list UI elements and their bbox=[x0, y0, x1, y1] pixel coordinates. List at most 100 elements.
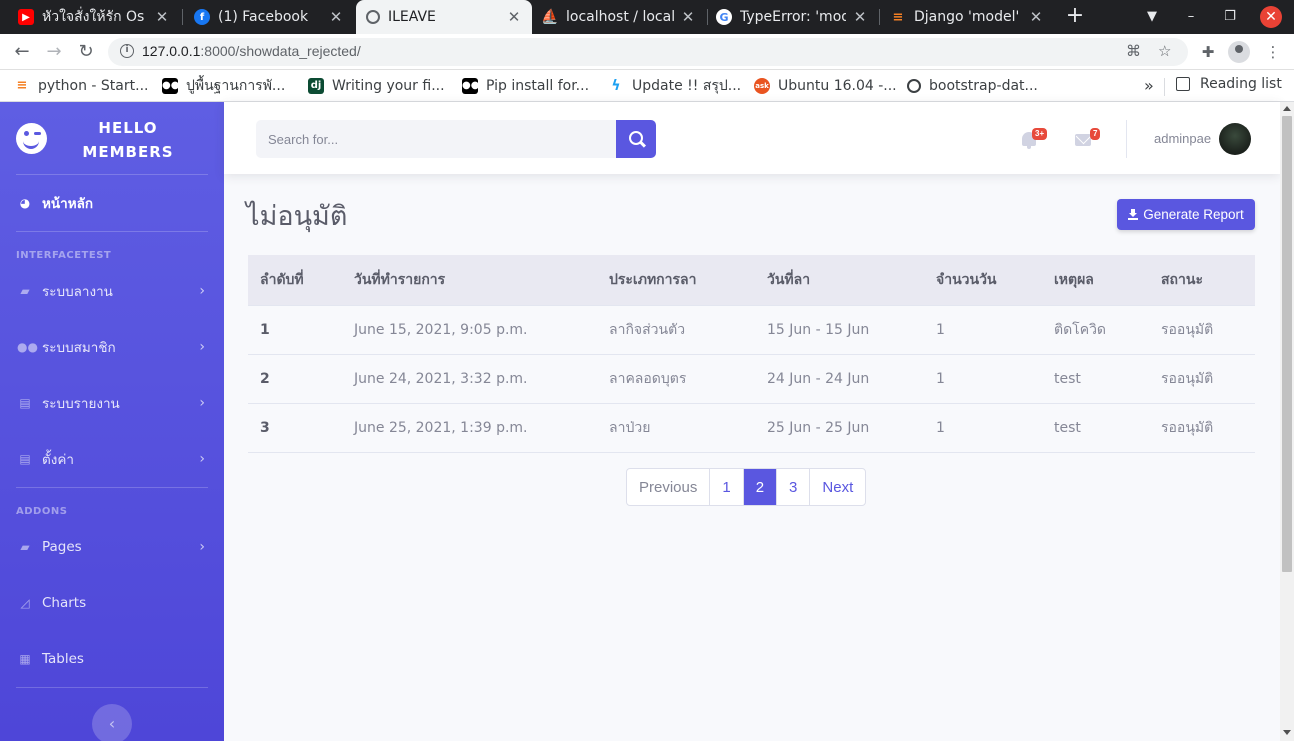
column-header: ลำดับที่ bbox=[248, 255, 342, 306]
folder-icon: ▰ bbox=[20, 540, 30, 554]
table-row: 3 June 25, 2021, 1:39 p.m. ลาป่วย 25 Jun… bbox=[248, 403, 1255, 453]
browser-tab[interactable]: f (1) Facebook ✕ bbox=[184, 0, 354, 34]
back-button[interactable]: ← bbox=[10, 40, 34, 64]
alerts-badge: 3+ bbox=[1032, 128, 1048, 140]
bookmark[interactable]: ϟ Update !! สรุป... bbox=[608, 76, 741, 96]
globe-icon bbox=[907, 79, 921, 93]
medium-icon: ●● bbox=[462, 78, 479, 94]
url-text: 127.0.0.1:8000/showdata_rejected/ bbox=[142, 43, 361, 59]
table-icon: ▦ bbox=[19, 652, 31, 666]
users-icon: ●● bbox=[17, 340, 38, 354]
sidebar-item-dashboard[interactable]: ◕ หน้าหลัก bbox=[0, 179, 224, 227]
bookmark[interactable]: ask Ubuntu 16.04 -... bbox=[754, 76, 897, 96]
close-icon[interactable]: ✕ bbox=[154, 8, 170, 26]
close-icon[interactable]: ✕ bbox=[1028, 8, 1044, 26]
cell-days: 1 bbox=[924, 354, 1042, 404]
chevron-right-icon: › bbox=[199, 451, 205, 467]
cell-status: รออนุมัติ bbox=[1149, 403, 1255, 453]
divider bbox=[16, 687, 208, 688]
sidebar-item-pages[interactable]: ▰ Pages › bbox=[0, 523, 224, 571]
browser-tab[interactable]: ▶ หัวใจสั่งให้รัก Os ✕ bbox=[8, 0, 180, 34]
bolt-icon: ϟ bbox=[611, 78, 621, 94]
tab-search-button[interactable]: ▼ bbox=[1142, 6, 1162, 28]
cell-leave-type: ลาคลอดบุตร bbox=[597, 354, 755, 404]
bookmarks-more-button[interactable]: » bbox=[1144, 76, 1154, 95]
pagination-page[interactable]: 3 bbox=[776, 469, 809, 505]
messages-badge: 7 bbox=[1090, 128, 1101, 140]
scroll-thumb[interactable] bbox=[1282, 116, 1292, 572]
maximize-button[interactable]: ❐ bbox=[1221, 6, 1239, 28]
browser-tab-active[interactable]: ILEAVE ✕ bbox=[356, 0, 532, 34]
close-icon[interactable]: ✕ bbox=[506, 8, 522, 26]
table-row: 2 June 24, 2021, 3:32 p.m. ลาคลอดบุตร 24… bbox=[248, 354, 1255, 404]
cell-days: 1 bbox=[924, 403, 1042, 453]
sidebar-toggle-button[interactable]: ‹ bbox=[92, 704, 132, 741]
bookmark[interactable]: dj Writing your fi... bbox=[308, 76, 445, 96]
pagination-page-current[interactable]: 2 bbox=[742, 469, 777, 505]
minimize-button[interactable]: – bbox=[1182, 6, 1200, 28]
sidebar-item-member-system[interactable]: ●● ระบบสมาชิก › bbox=[0, 323, 224, 371]
sidebar-item-leave-system[interactable]: ▰ ระบบลางาน › bbox=[0, 267, 224, 315]
pagination-page[interactable]: 1 bbox=[709, 469, 742, 505]
download-icon bbox=[1128, 209, 1139, 220]
file-icon: ▤ bbox=[19, 396, 31, 410]
info-icon[interactable]: i bbox=[120, 44, 134, 58]
address-bar[interactable]: i 127.0.0.1:8000/showdata_rejected/ ⌘ ☆ bbox=[108, 38, 1188, 66]
tachometer-icon: ◕ bbox=[19, 196, 31, 210]
bookmark[interactable]: ●● Pip install for... bbox=[462, 76, 589, 96]
user-name[interactable]: adminpae bbox=[1154, 131, 1211, 146]
new-tab-button[interactable]: + bbox=[1063, 4, 1087, 28]
reading-list-button[interactable]: Reading list bbox=[1176, 76, 1282, 92]
translate-icon[interactable]: ⌘ bbox=[1126, 42, 1141, 60]
browser-toolbar: ← → ↻ i 127.0.0.1:8000/showdata_rejected… bbox=[0, 34, 1294, 70]
menu-icon[interactable]: ⋮ bbox=[1262, 41, 1284, 63]
close-icon[interactable]: ✕ bbox=[852, 8, 868, 26]
bookmark[interactable]: ≡ python - Start... bbox=[14, 76, 149, 96]
tab-separator bbox=[182, 9, 183, 25]
browser-tab[interactable]: G TypeError: 'mod ✕ bbox=[706, 0, 878, 34]
forward-button[interactable]: → bbox=[42, 40, 66, 64]
pagination-previous[interactable]: Previous bbox=[627, 469, 709, 505]
cell-status: รออนุมัติ bbox=[1149, 354, 1255, 404]
browser-tab[interactable]: ≡ Django 'model' ✕ bbox=[880, 0, 1054, 34]
pagination-next[interactable]: Next bbox=[809, 469, 865, 505]
cell-leave-dates: 25 Jun - 25 Jun bbox=[755, 403, 924, 453]
sidebar-item-tables[interactable]: ▦ Tables bbox=[0, 635, 224, 683]
brand-text: HELLO MEMBERS bbox=[82, 119, 174, 161]
sidebar-item-report-system[interactable]: ▤ ระบบรายงาน › bbox=[0, 379, 224, 427]
search-input[interactable] bbox=[256, 120, 616, 158]
sidebar-item-settings[interactable]: ▤ ตั้งค่า › bbox=[0, 435, 224, 483]
askubuntu-icon: ask bbox=[754, 78, 770, 94]
medium-icon: ●● bbox=[162, 78, 179, 94]
sidebar-heading: ADDONS bbox=[16, 506, 68, 517]
avatar[interactable] bbox=[1219, 123, 1251, 155]
close-icon[interactable]: ✕ bbox=[328, 8, 344, 26]
divider bbox=[1164, 78, 1165, 96]
extensions-icon[interactable]: ✚ bbox=[1197, 41, 1219, 63]
cell-created: June 15, 2021, 9:05 p.m. bbox=[342, 305, 597, 355]
generate-report-button[interactable]: Generate Report bbox=[1117, 199, 1255, 230]
cell-reason: test bbox=[1042, 354, 1149, 404]
cell-created: June 24, 2021, 3:32 p.m. bbox=[342, 354, 597, 404]
sidebar-item-charts[interactable]: ◿ Charts bbox=[0, 579, 224, 627]
search-button[interactable] bbox=[616, 120, 656, 158]
profile-avatar[interactable] bbox=[1228, 41, 1250, 63]
star-icon[interactable]: ☆ bbox=[1158, 42, 1171, 60]
bookmark[interactable]: bootstrap-dat... bbox=[907, 76, 1038, 96]
stackoverflow-icon: ≡ bbox=[892, 9, 904, 25]
cell-leave-dates: 15 Jun - 15 Jun bbox=[755, 305, 924, 355]
envelope-icon[interactable] bbox=[1075, 134, 1091, 146]
pagination: Previous 1 2 3 Next bbox=[626, 468, 867, 506]
window-close-button[interactable]: ✕ bbox=[1260, 6, 1282, 28]
scroll-up-arrow[interactable] bbox=[1283, 106, 1291, 111]
reading-list-icon bbox=[1176, 77, 1190, 91]
bookmark[interactable]: ●● ปูพื้นฐานการพั... bbox=[162, 76, 285, 96]
reload-button[interactable]: ↻ bbox=[74, 40, 98, 64]
page-scrollbar[interactable] bbox=[1280, 102, 1294, 741]
close-icon[interactable]: ✕ bbox=[680, 8, 696, 26]
browser-tab[interactable]: ⛵ localhost / local ✕ bbox=[532, 0, 706, 34]
column-header: ประเภทการลา bbox=[597, 255, 755, 306]
sidebar-brand[interactable]: HELLO MEMBERS bbox=[0, 102, 224, 174]
column-header: วันที่ลา bbox=[755, 255, 924, 306]
scroll-down-arrow[interactable] bbox=[1283, 730, 1291, 735]
